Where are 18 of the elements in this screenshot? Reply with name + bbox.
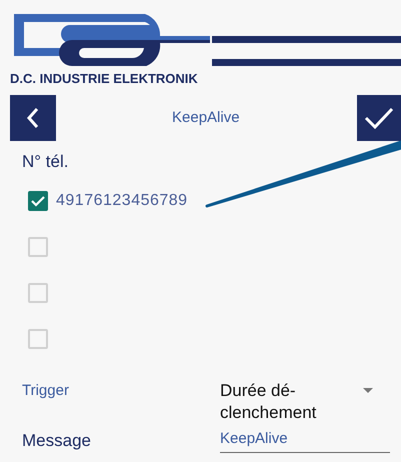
screen-title: KeepAlive: [172, 108, 240, 128]
back-icon: [26, 107, 40, 129]
phone-label: N° tél.: [22, 151, 70, 173]
check-icon: [364, 106, 394, 130]
back-button[interactable]: [10, 95, 56, 141]
check-icon: [31, 195, 45, 207]
checkbox[interactable]: [28, 283, 48, 303]
checkbox[interactable]: [28, 191, 48, 211]
dropdown-caret-icon: [363, 388, 373, 392]
confirm-button[interactable]: [357, 95, 401, 141]
message-field[interactable]: KeepAlive: [220, 428, 390, 453]
checkbox[interactable]: [28, 237, 48, 257]
trigger-dropdown[interactable]: Durée dé-clenchement: [220, 380, 380, 424]
message-label: Message: [22, 430, 92, 452]
phone-number: 49176123456789: [56, 191, 188, 211]
checkbox[interactable]: [28, 329, 48, 349]
company-name: D.C. INDUSTRIE ELEKTRONIK: [10, 71, 199, 87]
trigger-label: Trigger: [22, 380, 70, 400]
